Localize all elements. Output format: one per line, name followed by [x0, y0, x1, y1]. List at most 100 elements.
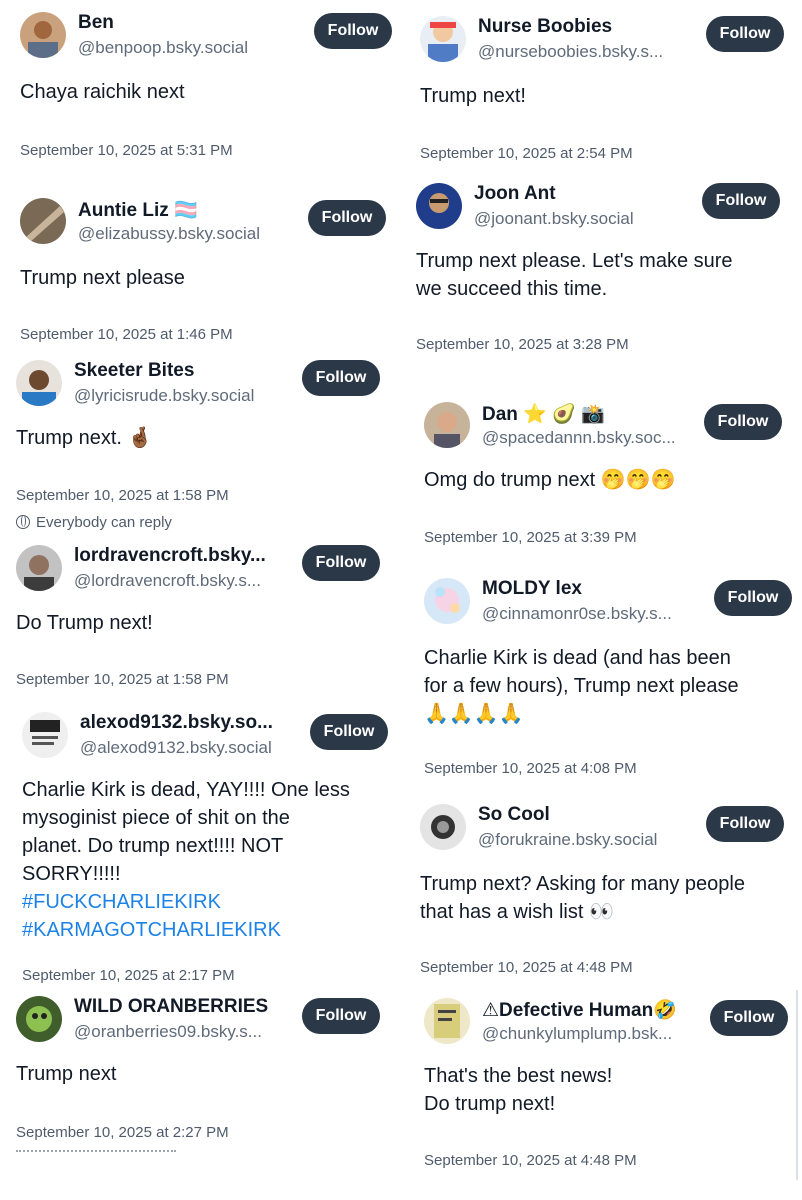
avatar[interactable]: [420, 804, 466, 850]
post-text-line: That's the best news!: [424, 1065, 613, 1087]
follow-button[interactable]: Follow: [302, 545, 380, 581]
display-name[interactable]: MOLDY lex: [482, 578, 582, 600]
post-wild-oranberries: WILD ORANBERRIES @oranberries09.bsky.s..…: [16, 996, 392, 1146]
display-name[interactable]: WILD ORANBERRIES: [74, 996, 268, 1018]
post-text: Trump next: [16, 1063, 117, 1085]
avatar[interactable]: [16, 996, 62, 1042]
user-handle[interactable]: @benpoop.bsky.social: [78, 38, 248, 58]
timestamp[interactable]: September 10, 2025 at 1:58 PM: [16, 671, 229, 688]
user-handle[interactable]: @oranberries09.bsky.s...: [74, 1022, 262, 1042]
post-dan: Dan ⭐ 🥑 📸 @spacedannn.bsky.soc... Follow…: [424, 402, 790, 552]
avatar[interactable]: [420, 16, 466, 62]
column-divider: [796, 990, 798, 1180]
truncated-reply-setting: [16, 1150, 176, 1155]
post-moldy-lex: MOLDY lex @cinnamonr0se.bsky.s... Follow…: [424, 578, 792, 783]
timestamp[interactable]: September 10, 2025 at 5:31 PM: [20, 142, 233, 159]
display-name[interactable]: Ben: [78, 12, 114, 34]
avatar[interactable]: [16, 360, 62, 406]
post-text-line: Trump next? Asking for many people: [420, 873, 745, 895]
post-text: Charlie Kirk is dead (and has been for a…: [424, 644, 739, 728]
user-handle[interactable]: @cinnamonr0se.bsky.s...: [482, 604, 672, 624]
follow-button[interactable]: Follow: [702, 183, 780, 219]
timestamp[interactable]: September 10, 2025 at 1:46 PM: [20, 326, 233, 343]
user-handle[interactable]: @lyricisrude.bsky.social: [74, 386, 254, 406]
follow-button[interactable]: Follow: [706, 16, 784, 52]
post-text: That's the best news! Do trump next!: [424, 1062, 612, 1118]
post-ben: Ben @benpoop.bsky.social Follow Chaya ra…: [20, 12, 392, 162]
post-text-line: Charlie Kirk is dead, YAY!!!! One less: [22, 779, 350, 801]
avatar[interactable]: [20, 12, 66, 58]
reply-setting: Everybody can reply: [16, 514, 172, 531]
user-handle[interactable]: @spacedannn.bsky.soc...: [482, 428, 676, 448]
avatar[interactable]: [22, 712, 68, 758]
follow-button[interactable]: Follow: [710, 1000, 788, 1036]
avatar[interactable]: [16, 545, 62, 591]
user-handle[interactable]: @forukraine.bsky.social: [478, 830, 657, 850]
timestamp[interactable]: September 10, 2025 at 4:48 PM: [424, 1152, 637, 1169]
follow-button[interactable]: Follow: [704, 404, 782, 440]
user-handle[interactable]: @lordravencroft.bsky.s...: [74, 571, 261, 591]
post-joon-ant: Joon Ant @joonant.bsky.social Follow Tru…: [416, 183, 790, 363]
follow-button[interactable]: Follow: [302, 360, 380, 396]
avatar[interactable]: [20, 198, 66, 244]
post-text: Chaya raichik next: [20, 81, 185, 103]
timestamp[interactable]: September 10, 2025 at 4:48 PM: [420, 959, 633, 976]
avatar[interactable]: [424, 402, 470, 448]
follow-button[interactable]: Follow: [314, 13, 392, 49]
globe-icon: [16, 515, 30, 529]
avatar[interactable]: [424, 578, 470, 624]
user-handle[interactable]: @joonant.bsky.social: [474, 209, 634, 229]
post-text: Charlie Kirk is dead, YAY!!!! One less m…: [22, 776, 350, 944]
post-text-line: Do trump next!: [424, 1093, 556, 1115]
post-nurse-boobies: Nurse Boobies @nurseboobies.bsky.s... Fo…: [420, 16, 790, 166]
hashtag-link[interactable]: #KARMAGOTCHARLIEKIRK: [22, 916, 350, 944]
display-name[interactable]: Skeeter Bites: [74, 360, 194, 382]
post-text: Trump next? Asking for many people that …: [420, 870, 745, 926]
post-text-line: SORRY!!!!!: [22, 863, 121, 885]
follow-button[interactable]: Follow: [302, 998, 380, 1034]
post-lordravencroft: lordravencroft.bsky... @lordravencroft.b…: [16, 545, 392, 695]
follow-button[interactable]: Follow: [714, 580, 792, 616]
post-text: Omg do trump next 🤭🤭🤭: [424, 469, 676, 491]
post-text-line: Charlie Kirk is dead (and has been: [424, 647, 731, 669]
post-text-line: that has a wish list 👀: [420, 901, 614, 923]
user-handle[interactable]: @alexod9132.bsky.social: [80, 738, 272, 758]
timestamp[interactable]: September 10, 2025 at 4:08 PM: [424, 760, 637, 777]
timestamp[interactable]: September 10, 2025 at 2:54 PM: [420, 145, 633, 162]
post-text: Do Trump next!: [16, 612, 153, 634]
follow-button[interactable]: Follow: [706, 806, 784, 842]
display-name[interactable]: Auntie Liz 🏳️‍⚧️: [78, 198, 198, 222]
display-name[interactable]: So Cool: [478, 804, 550, 826]
timestamp[interactable]: September 10, 2025 at 2:17 PM: [22, 967, 235, 984]
timestamp[interactable]: September 10, 2025 at 1:58 PM: [16, 487, 229, 504]
timestamp[interactable]: September 10, 2025 at 2:27 PM: [16, 1124, 229, 1141]
follow-button[interactable]: Follow: [310, 714, 388, 750]
post-text: Trump next. 🤞🏾: [16, 427, 153, 449]
hashtag-link[interactable]: #FUCKCHARLIEKIRK: [22, 888, 350, 916]
post-text-line: for a few hours), Trump next please: [424, 675, 739, 697]
display-name[interactable]: Dan ⭐ 🥑 📸: [482, 402, 605, 426]
avatar[interactable]: [424, 998, 470, 1044]
post-skeeter-bites: Skeeter Bites @lyricisrude.bsky.social F…: [16, 360, 392, 535]
post-text: Trump next please. Let's make sure we su…: [416, 247, 733, 303]
user-handle[interactable]: @elizabussy.bsky.social: [78, 224, 260, 244]
timestamp[interactable]: September 10, 2025 at 3:39 PM: [424, 529, 637, 546]
user-handle[interactable]: @chunkylumplump.bsk...: [482, 1024, 672, 1044]
post-alexod9132: alexod9132.bsky.so... @alexod9132.bsky.s…: [22, 712, 392, 987]
display-name[interactable]: Joon Ant: [474, 183, 556, 205]
reply-setting-label: Everybody can reply: [36, 514, 172, 531]
post-text-line: 🙏🙏🙏🙏: [424, 703, 524, 725]
post-text: Trump next!: [420, 85, 526, 107]
post-text-line: planet. Do trump next!!!! NOT: [22, 835, 284, 857]
display-name[interactable]: Nurse Boobies: [478, 16, 612, 38]
display-name[interactable]: alexod9132.bsky.so...: [80, 712, 273, 734]
post-defective-human: ⚠Defective Human🤣 @chunkylumplump.bsk...…: [424, 998, 790, 1178]
post-so-cool: So Cool @forukraine.bsky.social Follow T…: [420, 804, 790, 979]
user-handle[interactable]: @nurseboobies.bsky.s...: [478, 42, 663, 62]
display-name[interactable]: ⚠Defective Human🤣: [482, 998, 677, 1022]
display-name[interactable]: lordravencroft.bsky...: [74, 545, 266, 567]
post-text-line: we succeed this time.: [416, 278, 608, 300]
follow-button[interactable]: Follow: [308, 200, 386, 236]
timestamp[interactable]: September 10, 2025 at 3:28 PM: [416, 336, 629, 353]
avatar[interactable]: [416, 183, 462, 229]
